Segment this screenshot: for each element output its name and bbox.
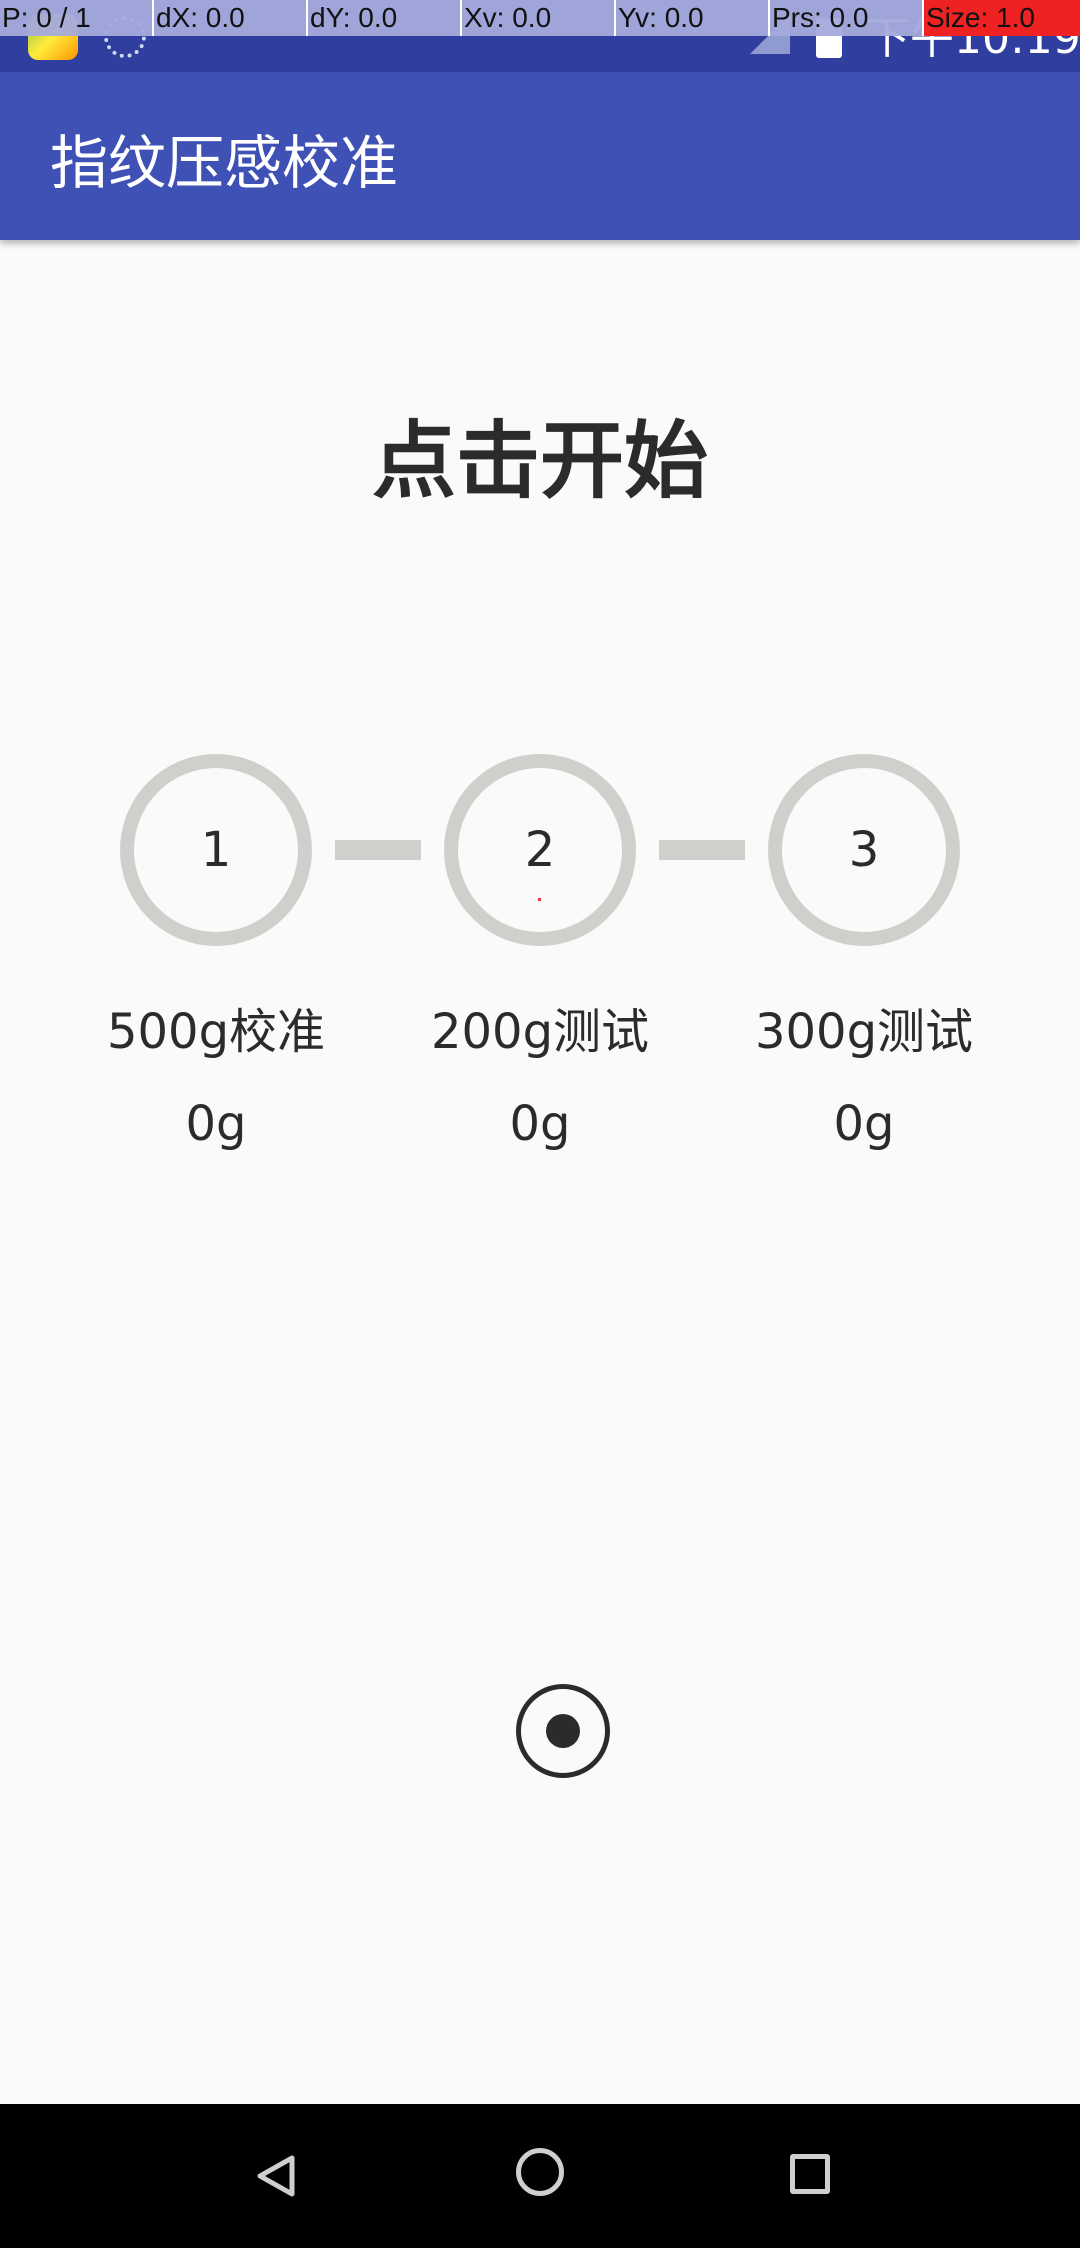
- debug-dy: dY: 0.0: [308, 0, 462, 36]
- step-1-circle: 1: [120, 754, 312, 946]
- pointer-debug-overlay: P: 0 / 1 dX: 0.0 dY: 0.0 Xv: 0.0 Yv: 0.0…: [0, 0, 1080, 36]
- step-3-number: 3: [848, 822, 880, 878]
- step-2-circle: 2: [444, 754, 636, 946]
- radio-button-checked-icon: [546, 1714, 580, 1748]
- screen: 下午10:19 P: 0 / 1 dX: 0.0 dY: 0.0 Xv: 0.0…: [0, 0, 1080, 2248]
- touch-dot: [538, 898, 541, 901]
- app-bar: 指纹压感校准: [0, 72, 1080, 240]
- step-1-number: 1: [200, 822, 232, 878]
- step-2: 2 200g测试 0g: [390, 754, 690, 1152]
- debug-pointer-count: P: 0 / 1: [0, 0, 154, 36]
- step-2-value: 0g: [509, 1096, 571, 1152]
- step-3-value: 0g: [833, 1096, 895, 1152]
- debug-yv: Yv: 0.0: [616, 0, 770, 36]
- debug-size: Size: 1.0: [924, 0, 1080, 36]
- recents-icon[interactable]: [790, 2154, 830, 2194]
- debug-xv: Xv: 0.0: [462, 0, 616, 36]
- debug-pressure: Prs: 0.0: [770, 0, 924, 36]
- step-3-label: 300g测试: [754, 1004, 974, 1060]
- step-3: 3 300g测试 0g: [714, 754, 1014, 1152]
- debug-dx: dX: 0.0: [154, 0, 308, 36]
- app-title: 指纹压感校准: [50, 129, 399, 197]
- start-prompt-heading[interactable]: 点击开始: [0, 394, 1080, 515]
- navigation-bar: [0, 2104, 1080, 2248]
- start-button[interactable]: [516, 1684, 610, 1778]
- home-icon[interactable]: [516, 2148, 564, 2196]
- step-2-label: 200g测试: [430, 1004, 650, 1060]
- step-1: 1 500g校准 0g: [66, 754, 366, 1152]
- step-1-value: 0g: [185, 1096, 247, 1152]
- step-2-number: 2: [524, 822, 556, 878]
- back-icon[interactable]: [252, 2152, 300, 2200]
- step-3-circle: 3: [768, 754, 960, 946]
- step-1-label: 500g校准: [106, 1004, 326, 1060]
